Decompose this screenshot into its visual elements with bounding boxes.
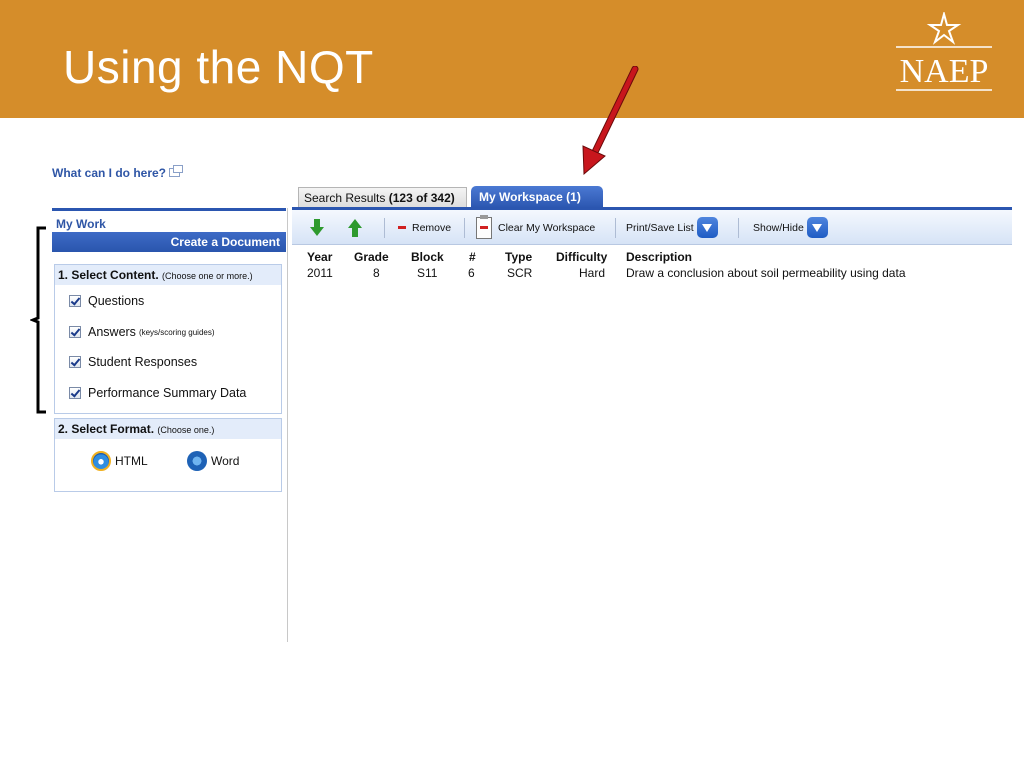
column-header-difficulty[interactable]: Difficulty (556, 250, 607, 264)
my-work-label: My Work (56, 217, 106, 231)
my-work-panel: My Work Create a Document 1. Select Cont… (52, 208, 288, 642)
checkbox-checked-icon[interactable] (69, 387, 81, 399)
column-header-year[interactable]: Year (307, 250, 332, 264)
move-down-button[interactable] (310, 210, 324, 245)
column-header-number[interactable]: # (469, 250, 476, 264)
tab-my-workspace[interactable]: My Workspace (1) (471, 186, 603, 208)
show-hide-label: Show/Hide (753, 221, 804, 234)
student-responses-checkbox[interactable]: Student Responses (69, 355, 197, 369)
workspace-table: Year Grade Block # Type Difficulty Descr… (298, 248, 998, 280)
select-content-heading: 1. Select Content. (Choose one or more.) (55, 265, 281, 285)
checkbox-label: Performance Summary Data (88, 386, 247, 400)
format-label: HTML (115, 454, 148, 468)
cell-type: SCR (507, 266, 533, 280)
html-format-button[interactable]: HTML (91, 451, 148, 471)
arrow-up-icon (348, 218, 362, 237)
help-link[interactable]: What can I do here? (52, 165, 184, 180)
checkbox-label: Student Responses (88, 355, 198, 369)
external-window-icon (169, 165, 184, 177)
print-save-list-button[interactable]: Print/Save List (626, 210, 718, 245)
word-format-button[interactable]: Word (187, 451, 239, 471)
workspace-toolbar: Remove Clear My Workspace Print/Save Lis… (292, 210, 1012, 245)
select-content-subtitle: (Choose one or more.) (162, 271, 253, 281)
column-header-grade[interactable]: Grade (354, 250, 389, 264)
toolbar-divider (738, 218, 739, 238)
checkbox-label: Questions (88, 294, 145, 308)
checkbox-checked-icon[interactable] (69, 326, 81, 338)
cell-block: S11 (417, 266, 438, 280)
panel-divider (52, 208, 286, 211)
answers-checkbox[interactable]: Answers (keys/scoring guides) (69, 325, 215, 339)
tab-search-count: (123 of 342) (388, 191, 455, 205)
arrow-down-icon (310, 218, 324, 237)
select-format-subtitle: (Choose one.) (157, 425, 215, 435)
column-header-type[interactable]: Type (505, 250, 532, 264)
create-document-header: Create a Document (52, 232, 286, 252)
chevron-down-icon[interactable] (696, 217, 718, 238)
cell-difficulty: Hard (579, 266, 606, 280)
checkbox-sublabel: (keys/scoring guides) (138, 327, 215, 337)
table-row[interactable]: 2011 8 S11 6 SCR Hard Draw a conclusion … (298, 264, 998, 280)
column-header-block[interactable]: Block (411, 250, 444, 264)
naep-logo: NAEP (896, 12, 992, 91)
remove-label: Remove (412, 221, 452, 234)
bracket-annotation (30, 226, 46, 414)
toolbar-divider (464, 218, 465, 238)
select-format-title: 2. Select Format. (58, 422, 155, 436)
tab-search-results[interactable]: Search Results (123 of 342) (298, 187, 467, 208)
print-label: Print/Save List (626, 221, 694, 234)
clear-label: Clear My Workspace (498, 221, 596, 234)
checkbox-checked-icon[interactable] (69, 356, 81, 368)
column-header-description[interactable]: Description (626, 250, 692, 264)
format-label: Word (211, 454, 240, 468)
table-header-row: Year Grade Block # Type Difficulty Descr… (298, 248, 998, 264)
slide-header: Using the NQT NAEP (0, 0, 1024, 118)
remove-button[interactable]: Remove (398, 210, 451, 245)
select-format-section: 2. Select Format. (Choose one.) HTML Wor… (54, 418, 282, 492)
questions-checkbox[interactable]: Questions (69, 294, 144, 308)
minus-icon (398, 226, 406, 229)
performance-summary-checkbox[interactable]: Performance Summary Data (69, 386, 246, 400)
cell-grade: 8 (373, 266, 380, 280)
move-up-button[interactable] (348, 210, 362, 245)
help-link-text[interactable]: What can I do here? (52, 166, 166, 180)
word-icon (187, 451, 207, 471)
cell-year: 2011 (307, 266, 333, 280)
select-content-title: 1. Select Content. (58, 268, 159, 282)
checkbox-checked-icon[interactable] (69, 295, 81, 307)
toolbar-divider (615, 218, 616, 238)
cell-number: 6 (468, 266, 475, 280)
tab-search-label: Search Results (304, 191, 386, 205)
select-format-heading: 2. Select Format. (Choose one.) (55, 419, 281, 439)
logo-text: NAEP (900, 53, 989, 90)
red-arrow-annotation (582, 66, 639, 176)
show-hide-button[interactable]: Show/Hide (753, 210, 828, 245)
checkbox-label: Answers (88, 325, 136, 339)
slide-title: Using the NQT (63, 41, 374, 93)
clear-workspace-button[interactable]: Clear My Workspace (476, 210, 595, 245)
internet-explorer-icon (91, 451, 111, 471)
select-content-section: 1. Select Content. (Choose one or more.)… (54, 264, 282, 414)
chevron-down-icon[interactable] (806, 217, 828, 238)
cell-description[interactable]: Draw a conclusion about soil permeabilit… (626, 266, 906, 280)
clipboard-icon (476, 214, 492, 239)
toolbar-divider (384, 218, 385, 238)
